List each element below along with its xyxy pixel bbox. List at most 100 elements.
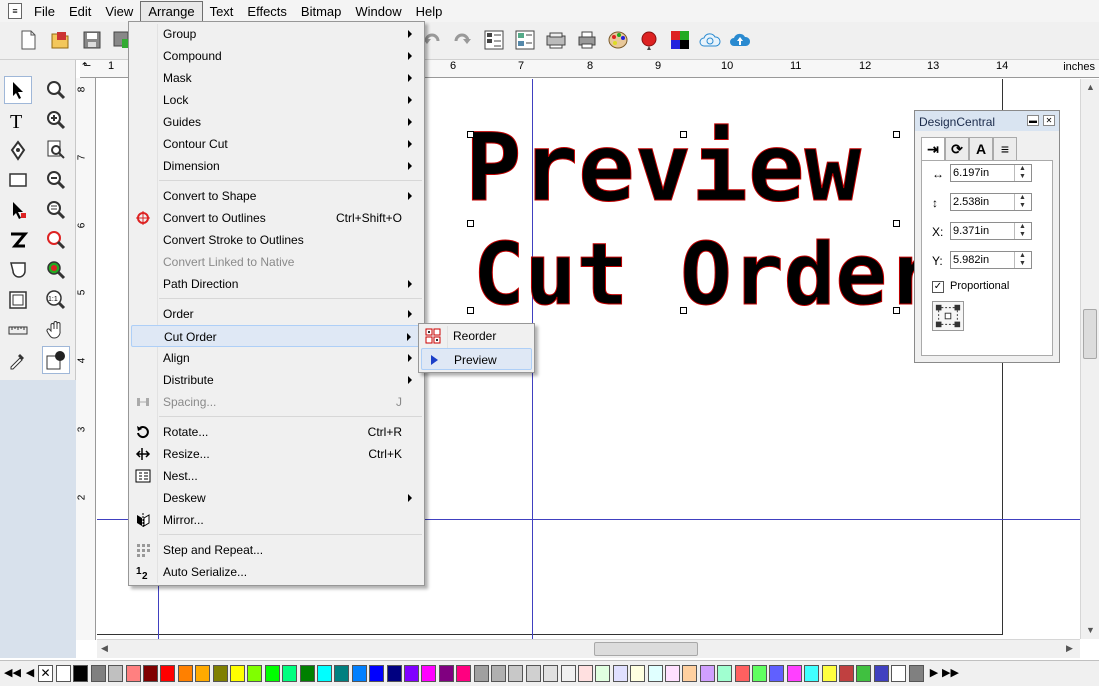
zoom-tool-icon[interactable] <box>42 76 70 104</box>
color-swatch[interactable] <box>125 665 141 682</box>
no-color-swatch[interactable]: ✕ <box>38 665 53 682</box>
color-swatch[interactable] <box>264 665 280 682</box>
cloud-connect-icon[interactable] <box>698 28 722 52</box>
color-swatch[interactable] <box>839 665 854 682</box>
pan-hand-icon[interactable] <box>42 316 70 344</box>
color-swatch[interactable] <box>804 665 820 682</box>
vertical-scroll-thumb[interactable] <box>1083 309 1097 359</box>
menu-item-resize[interactable]: Resize... Ctrl+K <box>131 443 422 465</box>
zoom-actual-icon[interactable]: 1:1 <box>42 286 70 314</box>
menu-item-deskew[interactable]: Deskew <box>131 487 422 509</box>
palette-prev-icon[interactable]: ◀ <box>24 665 36 682</box>
menu-window[interactable]: Window <box>348 2 408 21</box>
horizontal-scroll-thumb[interactable] <box>594 642 698 656</box>
save-icon[interactable] <box>80 28 104 52</box>
anchor-point-selector[interactable] <box>932 301 964 331</box>
menu-item-path-direction[interactable]: Path Direction <box>131 273 422 295</box>
color-swatch[interactable] <box>56 665 71 682</box>
proportional-checkbox[interactable]: ✓ <box>932 281 944 293</box>
menu-file[interactable]: File <box>27 2 62 21</box>
x-spinner[interactable]: ▲ ▼ <box>1014 223 1030 239</box>
menu-item-mask[interactable]: Mask <box>131 67 422 89</box>
y-spinner[interactable]: ▲ ▼ <box>1014 252 1030 268</box>
color-swatch[interactable] <box>177 665 193 682</box>
menu-item-step-and-repeat[interactable]: Step and Repeat... <box>131 539 422 561</box>
color-swatch[interactable] <box>891 665 907 682</box>
width-spinner[interactable]: ▲ ▼ <box>1014 165 1030 181</box>
color-palette-icon[interactable] <box>606 28 630 52</box>
frame-tool-icon[interactable] <box>4 286 32 314</box>
selection-handle[interactable] <box>893 220 900 227</box>
menu-item-convert-to-outlines[interactable]: Convert to Outlines Ctrl+Shift+O <box>131 207 422 229</box>
color-swatch[interactable] <box>752 665 767 682</box>
open-document-icon[interactable] <box>48 28 72 52</box>
color-swatch[interactable] <box>247 665 263 682</box>
menu-item-align[interactable]: Align <box>131 347 422 369</box>
color-swatch[interactable] <box>682 665 698 682</box>
tab-transform-icon[interactable]: ⇥ <box>921 137 945 162</box>
menu-item-nest[interactable]: Nest... <box>131 465 422 487</box>
text-object-preview[interactable]: Preview <box>464 118 861 219</box>
color-pick-icon[interactable] <box>637 28 661 52</box>
app-icon[interactable]: ≡ <box>8 3 22 19</box>
zoom-out-icon[interactable] <box>42 166 70 194</box>
vertical-scrollbar[interactable]: ▲ ▼ <box>1080 79 1099 639</box>
color-swatch[interactable] <box>456 665 472 682</box>
palette-first-icon[interactable]: ◀◀ <box>4 665 21 682</box>
menu-view[interactable]: View <box>98 2 140 21</box>
scroll-down-icon[interactable]: ▼ <box>1086 625 1095 635</box>
menu-item-reorder[interactable]: Reorder <box>421 325 532 347</box>
tab-align-icon[interactable]: ≡ <box>993 137 1017 161</box>
color-swatch[interactable] <box>525 665 541 682</box>
menu-item-contour-cut[interactable]: Contour Cut <box>131 133 422 155</box>
selection-handle[interactable] <box>467 220 474 227</box>
tab-text[interactable]: A <box>969 137 993 161</box>
menu-item-distribute[interactable]: Distribute <box>131 369 422 391</box>
color-swatch[interactable] <box>369 665 385 682</box>
design-central-titlebar[interactable]: DesignCentral ▬ ✕ <box>915 111 1059 131</box>
printer-icon[interactable] <box>575 28 599 52</box>
color-swatch[interactable] <box>908 665 924 682</box>
menu-arrange[interactable]: Arrange <box>140 0 203 22</box>
color-swatch[interactable] <box>421 665 437 682</box>
minimize-icon[interactable]: ▬ <box>1027 115 1039 126</box>
zoom-fit-icon[interactable] <box>42 226 70 254</box>
eyedropper-icon[interactable] <box>4 346 32 374</box>
zoom-page-icon[interactable] <box>42 136 70 164</box>
menu-item-mirror[interactable]: Mirror... <box>131 509 422 531</box>
color-swatch[interactable] <box>856 665 872 682</box>
horizontal-scrollbar[interactable]: ◀ ▶ <box>97 639 1080 658</box>
shape-tool-icon[interactable] <box>4 256 32 284</box>
color-swatch[interactable] <box>873 665 889 682</box>
menu-help[interactable]: Help <box>409 2 450 21</box>
menu-item-order[interactable]: Order <box>131 303 422 325</box>
color-swatch[interactable] <box>508 665 524 682</box>
color-swatch[interactable] <box>351 665 367 682</box>
rectangle-tool-icon[interactable] <box>4 166 32 194</box>
color-swatch[interactable] <box>282 665 298 682</box>
color-swatch[interactable] <box>786 665 802 682</box>
scroll-left-icon[interactable]: ◀ <box>101 643 108 654</box>
selection-handle[interactable] <box>893 131 900 138</box>
menu-item-rotate[interactable]: Rotate... Ctrl+R <box>131 421 422 443</box>
color-swatch[interactable] <box>699 665 715 682</box>
color-swatch[interactable] <box>769 665 785 682</box>
color-swatch[interactable] <box>212 665 228 682</box>
weld-tool-icon[interactable] <box>4 226 32 254</box>
menu-edit[interactable]: Edit <box>62 2 98 21</box>
node-edit-tool-icon[interactable] <box>4 196 32 224</box>
color-swatch[interactable] <box>195 665 211 682</box>
menu-effects[interactable]: Effects <box>240 2 294 21</box>
layers-icon[interactable] <box>482 28 506 52</box>
ruler-origin-icon[interactable]: ⬑ <box>82 59 91 72</box>
color-swatch[interactable] <box>230 665 245 682</box>
menu-item-convert-to-shape[interactable]: Convert to Shape <box>131 185 422 207</box>
color-swatch[interactable] <box>90 665 106 682</box>
menu-item-dimension[interactable]: Dimension <box>131 155 422 177</box>
cutter-icon[interactable] <box>544 28 568 52</box>
color-swatch[interactable] <box>108 665 124 682</box>
menu-item-compound[interactable]: Compound <box>131 45 422 67</box>
menu-item-group[interactable]: Group <box>131 23 422 45</box>
menu-item-convert-stroke-to-outlines[interactable]: Convert Stroke to Outlines <box>131 229 422 251</box>
color-swatch[interactable] <box>612 665 628 682</box>
